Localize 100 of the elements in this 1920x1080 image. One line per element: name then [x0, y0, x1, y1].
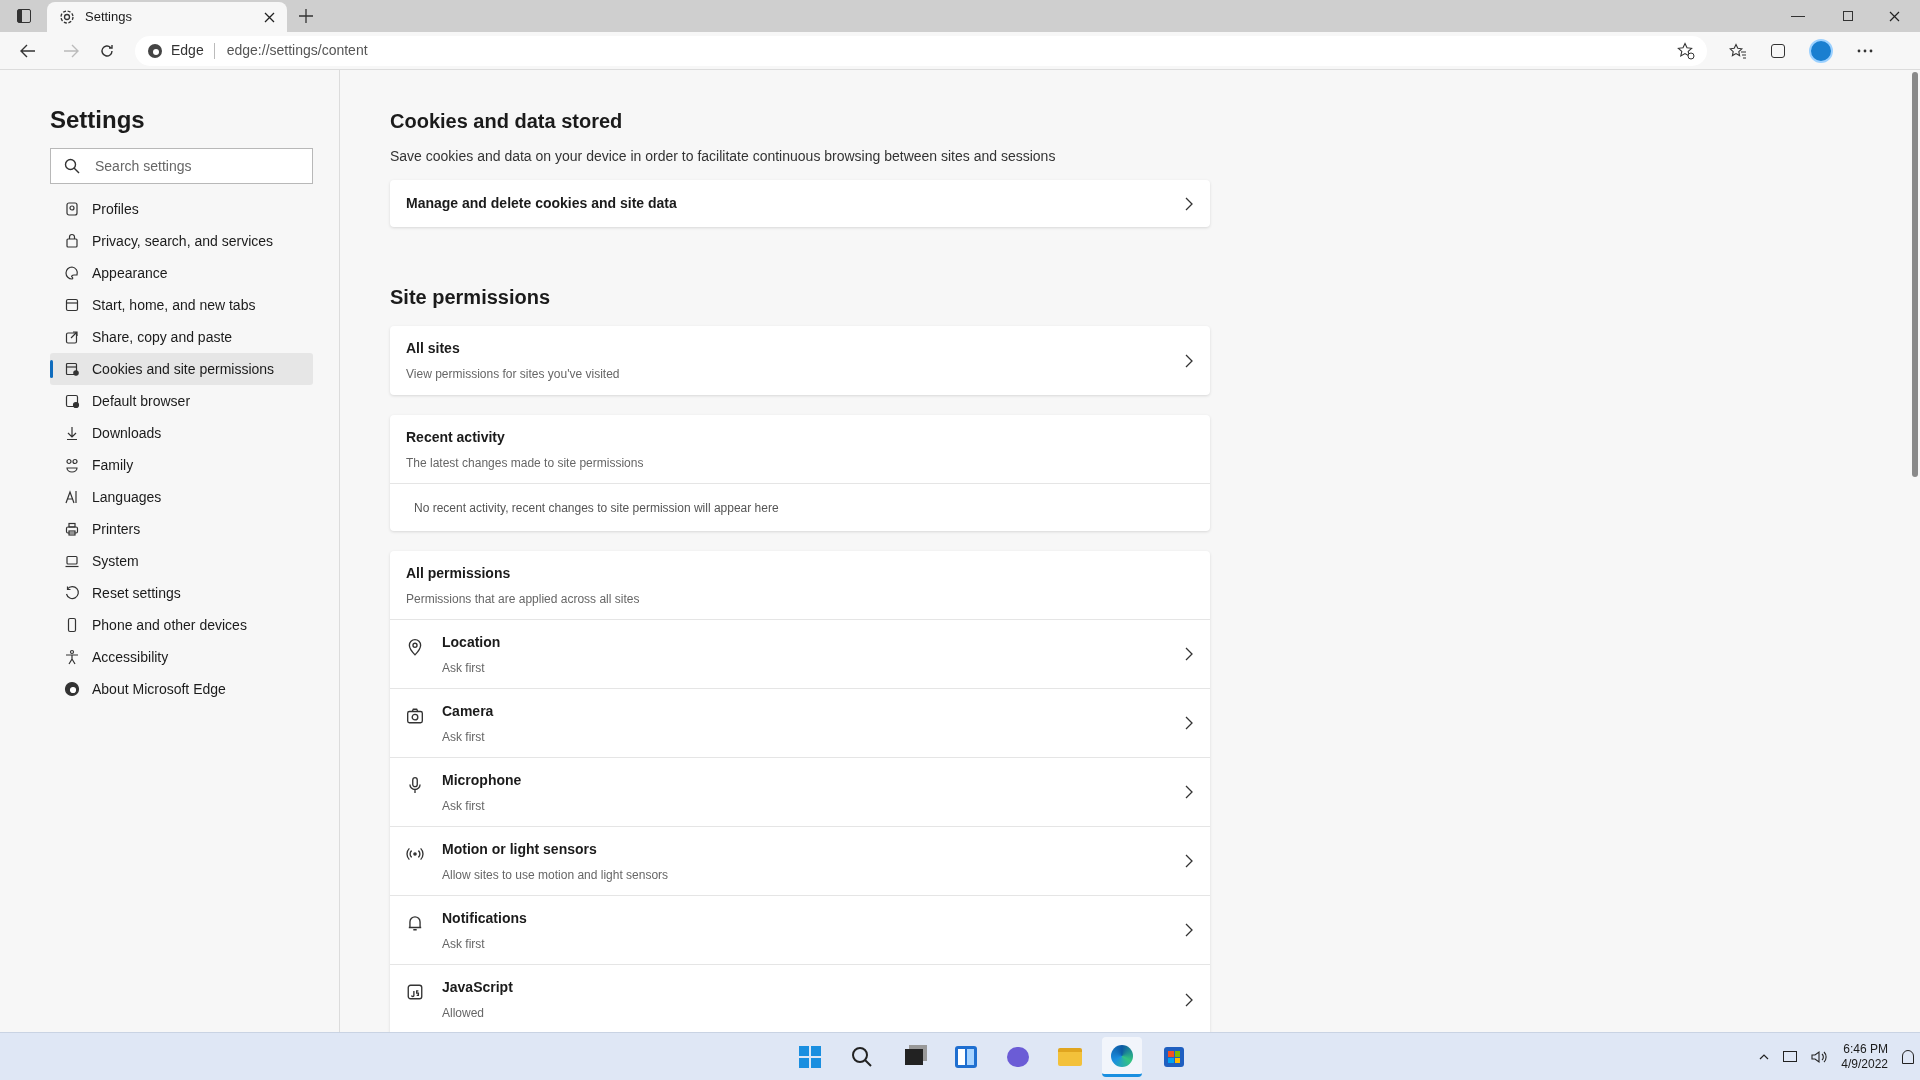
- permission-row[interactable]: Microphone Ask first: [390, 758, 1210, 827]
- add-favorite-icon[interactable]: [1677, 41, 1695, 60]
- card-subtitle: The latest changes made to site permissions: [406, 454, 645, 472]
- profile-icon: [64, 201, 80, 217]
- palette-icon: [64, 265, 80, 281]
- sidebar-item[interactable]: Privacy, search, and services: [50, 225, 313, 257]
- printer-icon: [64, 521, 80, 537]
- chevron-icon: [1184, 716, 1194, 730]
- sidebar-title: Settings: [50, 105, 146, 135]
- sidebar-item[interactable]: System: [50, 545, 313, 577]
- chevron-icon: [1184, 992, 1194, 1007]
- chevron-up-icon[interactable]: [1759, 1053, 1770, 1060]
- close-window-icon[interactable]: [1889, 10, 1900, 22]
- browser-tab[interactable]: Settings: [47, 2, 287, 32]
- clock-date[interactable]: 4/9/2022: [1841, 1056, 1888, 1072]
- bell-icon: [406, 914, 424, 932]
- more-icon[interactable]: [1857, 48, 1873, 53]
- permission-status: Ask first: [442, 797, 486, 815]
- permission-status: Allow sites to use motion and light sensors: [442, 866, 669, 884]
- script-icon: [406, 983, 424, 1001]
- permission-status: Ask first: [442, 728, 486, 746]
- empty-message: No recent activity, recent changes to site permission will appear here: [414, 499, 779, 517]
- chevron-icon: [1184, 785, 1194, 799]
- profile-avatar[interactable]: [1809, 38, 1833, 63]
- permission-title: Notifications: [442, 908, 527, 928]
- refresh-icon[interactable]: [99, 42, 115, 59]
- window-icon: [64, 297, 80, 313]
- chevron-icon: [1184, 923, 1194, 937]
- language-icon: [64, 489, 80, 505]
- section-heading: Cookies and data stored: [390, 109, 624, 134]
- sidebar-item[interactable]: About Microsoft Edge: [50, 673, 313, 705]
- edge-app-icon[interactable]: [1102, 1037, 1142, 1077]
- lock-icon: [64, 233, 80, 249]
- people-icon: [64, 457, 80, 473]
- permission-row[interactable]: JavaScript Allowed: [390, 965, 1210, 1034]
- manage-cookies-row[interactable]: Manage and delete cookies and site data: [390, 180, 1210, 227]
- sidebar-item[interactable]: Reset settings: [50, 577, 313, 609]
- collections-icon[interactable]: [1771, 43, 1785, 58]
- permission-row[interactable]: Camera Ask first: [390, 689, 1210, 758]
- accessibility-icon: [64, 649, 80, 665]
- permission-status: Ask first: [442, 935, 486, 953]
- edge-logo-icon: [147, 42, 163, 59]
- search-icon: [64, 158, 80, 174]
- clock-time[interactable]: 6:46 PM: [1843, 1041, 1888, 1057]
- permission-row[interactable]: Motion or light sensors Allow sites to use motion and light sensors: [390, 827, 1210, 896]
- new-tab-icon[interactable]: [299, 9, 313, 23]
- permission-row[interactable]: Notifications Ask first: [390, 896, 1210, 965]
- network-icon[interactable]: [1783, 1051, 1798, 1062]
- permission-title: Motion or light sensors: [442, 839, 598, 859]
- section-description: Save cookies and data on your device in order to facilitate continuous browsing between sites and sessions: [390, 147, 1057, 166]
- sidebar-item[interactable]: Profiles: [50, 193, 313, 225]
- sidebar-item[interactable]: Default browser: [50, 385, 313, 417]
- address-bar[interactable]: Edge edge://settings/content: [135, 35, 1707, 66]
- edge-logo-icon: [64, 681, 80, 697]
- permission-title: Microphone: [442, 770, 522, 790]
- site-label: Edge: [171, 41, 204, 60]
- card-title: All permissions: [406, 563, 512, 583]
- permission-status: Allowed: [442, 1005, 486, 1022]
- settings-icon: [59, 9, 75, 25]
- scrollbar-thumb[interactable]: [1912, 72, 1918, 477]
- close-tab-icon[interactable]: [264, 11, 275, 23]
- card-title: Recent activity: [406, 427, 506, 447]
- favorites-icon[interactable]: [1729, 42, 1747, 59]
- microphone-icon: [406, 776, 424, 794]
- all-sites-row[interactable]: All sites View permissions for sites you've visited: [390, 326, 1210, 395]
- reset-icon: [64, 585, 80, 601]
- camera-icon: [406, 707, 424, 725]
- sensor-waves-icon: [406, 845, 424, 863]
- chevron-icon: [1184, 647, 1194, 661]
- section-heading: Site permissions: [390, 285, 552, 310]
- permission-title: JavaScript: [442, 978, 513, 997]
- back-icon[interactable]: [20, 43, 36, 58]
- sidebar-item[interactable]: Family: [50, 449, 313, 481]
- card-subtitle: View permissions for sites you've visited: [406, 366, 620, 383]
- minimize-icon[interactable]: [1791, 15, 1805, 17]
- url-text: edge://settings/content: [226, 41, 368, 60]
- card-title: All sites: [406, 339, 461, 358]
- sidebar-item[interactable]: Appearance: [50, 257, 313, 289]
- sidebar-item[interactable]: Languages: [50, 481, 313, 513]
- chevron-icon: [1184, 196, 1194, 211]
- chevron-icon: [1184, 353, 1194, 368]
- sidebar-item[interactable]: Share, copy and paste: [50, 321, 313, 353]
- speaker-icon[interactable]: [1811, 1049, 1828, 1064]
- permission-title: Location: [442, 632, 501, 652]
- permission-row[interactable]: Location Ask first: [390, 620, 1210, 689]
- download-icon: [64, 425, 80, 441]
- sidebar-item[interactable]: Phone and other devices: [50, 609, 313, 641]
- share-icon: [64, 329, 80, 345]
- sidebar-item[interactable]: Accessibility: [50, 641, 313, 673]
- sidebar-item[interactable]: Printers: [50, 513, 313, 545]
- sidebar-item[interactable]: Downloads: [50, 417, 313, 449]
- permission-title: Camera: [442, 701, 494, 721]
- tab-actions-icon[interactable]: [17, 9, 31, 23]
- search-field[interactable]: Search settings: [50, 148, 313, 184]
- tab-title: Settings: [85, 8, 133, 27]
- restore-icon[interactable]: [1843, 11, 1853, 21]
- permission-status: Ask first: [442, 659, 486, 677]
- sidebar-item[interactable]: Start, home, and new tabs: [50, 289, 313, 321]
- sidebar-item[interactable]: Cookies and site permissions: [50, 353, 313, 385]
- laptop-icon: [64, 553, 80, 569]
